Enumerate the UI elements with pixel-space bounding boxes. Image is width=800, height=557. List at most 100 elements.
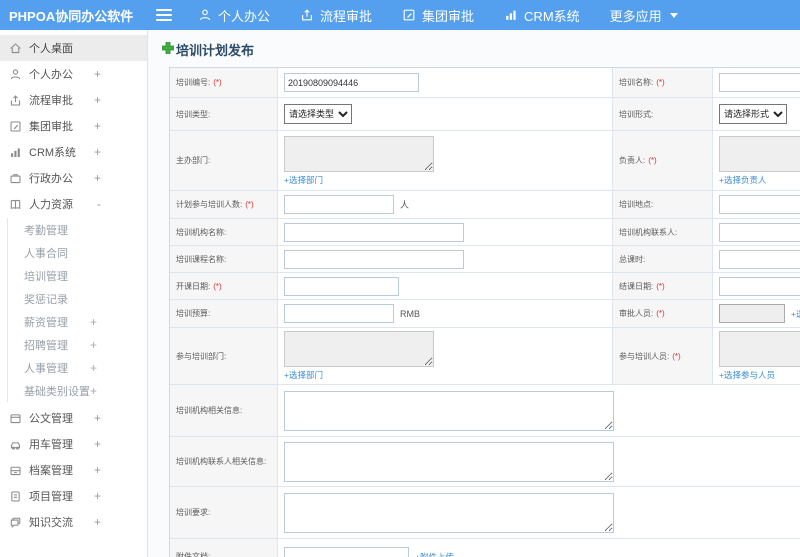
sidebar-subitem-training[interactable]: 培训管理 [8,264,147,287]
label-host-dept: 主办部门: [170,131,278,191]
sidebar-subitem-base-category[interactable]: 基础类别设置 + [8,379,147,402]
sidebar-item-project[interactable]: 项目管理 + [0,483,147,509]
topnav-crm[interactable]: CRM系统 [504,6,580,25]
expand-toggle[interactable]: + [90,315,97,329]
select-trainees-link[interactable]: +选择参与人员 [719,369,775,381]
planned-count-input[interactable] [284,195,394,214]
briefcase-icon [9,172,22,185]
topnav-flow-approval[interactable]: 流程审批 [300,6,372,25]
field-contact-info [278,437,800,487]
field-training-form: 请选择形式 [713,98,800,131]
sidebar-item-vehicle[interactable]: 用车管理 + [0,431,147,457]
expand-toggle[interactable]: + [94,93,101,107]
sidebar-item-flow-approval[interactable]: 流程审批 + [0,87,147,113]
topnav-group-approval[interactable]: 集团审批 [402,6,474,25]
sidebar-item-admin-office[interactable]: 行政办公 + [0,165,147,191]
field-trainees: +选择参与人员 [713,328,800,385]
leader-textarea[interactable] [719,135,800,172]
label-training-type: 培训类型: [170,98,278,131]
expand-toggle[interactable]: + [94,463,101,477]
course-name-input[interactable] [284,249,464,269]
expand-toggle[interactable]: + [90,361,97,375]
field-training-no [278,68,613,98]
sidebar-item-official-doc[interactable]: 公文管理 + [0,405,147,431]
sidebar-hr-submenu: 考勤管理 人事合同 培训管理 奖惩记录 薪资管理 + 招聘管理 + 人事管理 + 基础… [7,218,147,402]
topnav-more-apps[interactable]: 更多应用 [610,6,678,25]
expand-toggle[interactable]: + [94,515,101,529]
sidebar-item-group-approval[interactable]: 集团审批 + [0,113,147,139]
host-dept-textarea[interactable] [284,135,434,172]
expand-toggle[interactable]: + [90,384,97,398]
budget-input[interactable] [284,304,394,323]
training-no-input[interactable] [284,73,419,92]
expand-toggle[interactable]: + [94,437,101,451]
place-input[interactable] [719,195,800,214]
training-plan-form: 培训编号:(*) 培训名称:(*) 培训类型: 请选择类型 培训形式: 请选择形… [169,67,800,557]
expand-toggle[interactable]: + [94,411,101,425]
attachment-upload-link[interactable]: +附件上传 [415,551,454,557]
page-title: 培训计划发布 [162,40,800,59]
sidebar-item-crm[interactable]: CRM系统 + [0,139,147,165]
sidebar-subitem-attendance[interactable]: 考勤管理 [8,218,147,241]
training-type-select[interactable]: 请选择类型 [284,104,352,124]
training-form-select[interactable]: 请选择形式 [719,104,787,124]
contact-info-textarea[interactable] [284,441,614,482]
sidebar-subitem-rewards[interactable]: 奖惩记录 [8,287,147,310]
expand-toggle[interactable]: + [94,119,101,133]
expand-toggle[interactable]: + [90,338,97,352]
sidebar-subitem-recruit[interactable]: 招聘管理 + [8,333,147,356]
label-start-date: 开课日期: (*) [170,273,278,300]
field-budget: RMB [278,300,613,328]
sidebar-subitem-hr-contract[interactable]: 人事合同 [8,241,147,264]
label-contact-info: 培训机构联系人相关信息: [170,437,278,487]
expand-toggle[interactable]: + [94,489,101,503]
label-training-name: 培训名称: (*) [613,68,713,98]
select-leader-link[interactable]: +选择负责人 [719,174,766,186]
requirement-textarea[interactable] [284,492,614,533]
topnav-personal-office[interactable]: 个人办公 [198,6,270,25]
chat-icon [9,516,22,529]
select-dept-link[interactable]: +选择部门 [284,174,323,186]
select-join-dept-link[interactable]: +选择部门 [284,369,323,381]
org-name-input[interactable] [284,222,464,242]
chart-icon [9,146,22,159]
attachment-input[interactable] [284,547,409,557]
training-name-input[interactable] [719,73,800,92]
org-contact-input[interactable] [719,222,800,242]
field-host-dept: +选择部门 [278,131,613,191]
sidebar-item-personal-office[interactable]: 个人办公 + [0,61,147,87]
field-planned-count: 人 [278,191,613,219]
label-trainees: 参与培训人员: (*) [613,328,713,385]
total-hours-input[interactable] [719,249,800,269]
archive-icon [9,464,22,477]
sidebar-item-archive[interactable]: 档案管理 + [0,457,147,483]
collapse-toggle[interactable]: - [97,197,101,211]
caret-down-icon [669,12,678,18]
expand-toggle[interactable]: + [94,171,101,185]
start-date-input[interactable] [284,276,399,296]
main-content: 培训计划发布 培训编号:(*) 培训名称:(*) 培训类型: 请选择类型 培训形… [148,30,800,557]
sidebar-item-hr[interactable]: 人力资源 - [0,191,147,217]
select-approver-link[interactable]: +选择审批人员 [791,308,800,320]
hamburger-icon[interactable] [156,6,172,24]
org-info-textarea[interactable] [284,390,614,431]
expand-toggle[interactable]: + [94,145,101,159]
field-attachment: +附件上传 [278,539,800,557]
label-course-name: 培训课程名称: [170,246,278,273]
sidebar-subitem-salary[interactable]: 薪资管理 + [8,310,147,333]
field-leader: +选择负责人 [713,131,800,191]
field-training-type: 请选择类型 [278,98,613,131]
approver-box[interactable] [719,304,785,323]
app-logo: PHPOA协同办公软件 [9,8,134,24]
end-date-input[interactable] [719,276,800,296]
sidebar-item-desktop[interactable]: 个人桌面 [0,35,147,61]
sidebar: 个人桌面 个人办公 + 流程审批 + 集团审批 + CRM系统 + 行政办公 + [0,30,148,557]
label-training-form: 培训形式: [613,98,713,131]
label-org-name: 培训机构名称: [170,219,278,246]
trainees-textarea[interactable] [719,331,800,367]
expand-toggle[interactable]: + [94,67,101,81]
join-dept-textarea[interactable] [284,331,434,367]
label-join-dept: 参与培训部门: [170,328,278,385]
sidebar-subitem-personnel[interactable]: 人事管理 + [8,356,147,379]
sidebar-item-knowledge[interactable]: 知识交流 + [0,509,147,535]
